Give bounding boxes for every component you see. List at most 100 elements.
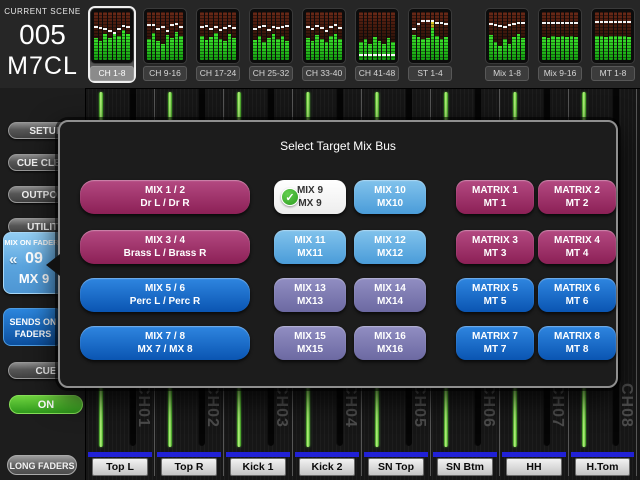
fader-position-mark [426,20,430,22]
meter-bar [262,12,266,60]
mix-bus-button-text: MT 1 [484,197,507,210]
mix-bus-button-matrix-7[interactable]: MATRIX 7MT 7 [456,326,534,360]
meter-green-fill [368,44,372,60]
channel-number-label: CH07 [548,383,566,449]
meter-green-fill [214,33,218,60]
mix-bus-button-matrix-6[interactable]: MATRIX 6MT 6 [538,278,616,312]
meter-green-fill [547,38,551,60]
mix-bus-button-mix-10[interactable]: MIX 10MX10 [354,180,426,214]
meter-bar [368,12,372,60]
console-model: M7CL [0,52,85,81]
meter-green-fill [99,41,103,60]
meter-block-ch-9-16[interactable]: CH 9-16 [141,6,189,83]
fader-position-mark [117,28,121,30]
meter-green-fill [508,44,512,60]
mix-bus-button-mix-13[interactable]: MIX 13MX13 [274,278,346,312]
on-button[interactable]: ON [9,395,83,414]
level-meter [143,8,187,64]
meter-block-ch-17-24[interactable]: CH 17-24 [194,6,242,83]
mix-bus-button-text: MT 6 [566,295,589,308]
meter-bar [329,12,333,60]
channel-color-bar [88,452,152,457]
channel-color-bar [157,452,221,457]
mix-bus-button-mix-7-8[interactable]: MIX 7 / 8MX 7 / MX 8 [80,326,250,360]
meter-block-st-1-4[interactable]: ST 1-4 [406,6,454,83]
fader-position-mark [387,54,391,56]
fader-position-mark [382,54,386,56]
mix-bus-button-matrix-5[interactable]: MATRIX 5MT 5 [456,278,534,312]
mix-bus-button-matrix-4[interactable]: MATRIX 4MT 4 [538,230,616,264]
meter-block-mix-1-8[interactable]: Mix 1-8 [483,6,531,83]
meter-green-fill [417,37,421,60]
sends-on-faders-line2: FADERS [4,328,62,340]
meter-green-fill [262,42,266,60]
meter-bar [200,12,204,60]
meter-bar [421,12,425,60]
meter-block-label: CH 1-8 [90,66,134,81]
meter-bar [232,12,236,60]
fader-position-mark [94,26,98,28]
mix-bus-button-text: MT 4 [566,247,589,260]
fader-position-mark [444,23,448,25]
fader-position-mark [494,24,498,26]
mix-bus-button-matrix-3[interactable]: MATRIX 3MT 3 [456,230,534,264]
fader-position-mark [152,24,156,26]
meter-green-fill [623,36,627,60]
channel-name[interactable]: Top R [161,458,217,476]
mix-bus-button-mix-5-6[interactable]: MIX 5 / 6Perc L / Perc R [80,278,250,312]
meter-bar [503,12,507,60]
fader-position-mark [329,26,333,28]
level-meter [196,8,240,64]
meter-green-fill [200,36,204,60]
meter-bar [489,12,493,60]
long-faders-button[interactable]: LONG FADERS [7,455,77,475]
meter-block-label: CH 33-40 [302,66,346,81]
meter-bar [258,12,262,60]
sends-on-faders-button[interactable]: SENDS ON FADERS [3,308,63,346]
fader-position-mark [267,29,271,31]
mix-bus-button-mix-9[interactable]: ✓MIX 9MX 9 [274,180,346,214]
meter-bar [547,12,551,60]
channel-name[interactable]: SN Top [368,458,424,476]
channel-name[interactable]: Kick 2 [299,458,355,476]
meter-green-fill [570,36,574,60]
meter-bar [285,12,289,60]
channel-name[interactable]: Kick 1 [230,458,286,476]
fader-position-mark [551,22,555,24]
channel-name[interactable]: HH [506,458,562,476]
meter-bar [623,12,627,60]
meter-green-fill [604,37,608,60]
mix-bus-button-mix-15[interactable]: MIX 15MX15 [274,326,346,360]
meter-green-fill [561,36,565,60]
meter-block-ch-25-32[interactable]: CH 25-32 [247,6,295,83]
meter-green-fill [334,34,338,60]
mix-bus-button-matrix-1[interactable]: MATRIX 1MT 1 [456,180,534,214]
meter-block-ch-33-40[interactable]: CH 33-40 [300,6,348,83]
channel-name[interactable]: H.Tom [575,458,630,476]
sends-on-faders-line1: SENDS ON [4,316,62,328]
mix-bus-button-mix-1-2[interactable]: MIX 1 / 2Dr L / Dr R [80,180,250,214]
mix-bus-button-matrix-8[interactable]: MATRIX 8MT 8 [538,326,616,360]
mix-bus-button-mix-11[interactable]: MIX 11MX11 [274,230,346,264]
mix-bus-button-mix-3-4[interactable]: MIX 3 / 4Brass L / Brass R [80,230,250,264]
fader-position-mark [126,26,130,28]
meter-green-fill [161,44,165,60]
mix-bus-button-mix-12[interactable]: MIX 12MX12 [354,230,426,264]
meter-bar [391,12,395,60]
meter-green-fill [421,39,425,60]
channel-name[interactable]: Top L [92,458,148,476]
channel-name[interactable]: SN Btm [437,458,493,476]
meter-block-mt-1-8[interactable]: MT 1-8 [589,6,637,83]
mix-bus-button-matrix-2[interactable]: MATRIX 2MT 2 [538,180,616,214]
meter-block-ch-41-48[interactable]: CH 41-48 [353,6,401,83]
meter-green-fill [285,41,289,60]
meter-block-mix-9-16[interactable]: Mix 9-16 [536,6,584,83]
meter-bar [325,12,329,60]
channel-number-label: CH01 [134,383,152,449]
meter-bar [113,12,117,60]
meter-green-fill [108,38,112,60]
meter-bar [387,12,391,60]
meter-block-ch-1-8[interactable]: CH 1-8 [88,6,136,83]
mix-bus-button-mix-14[interactable]: MIX 14MX14 [354,278,426,312]
mix-bus-button-mix-16[interactable]: MIX 16MX16 [354,326,426,360]
